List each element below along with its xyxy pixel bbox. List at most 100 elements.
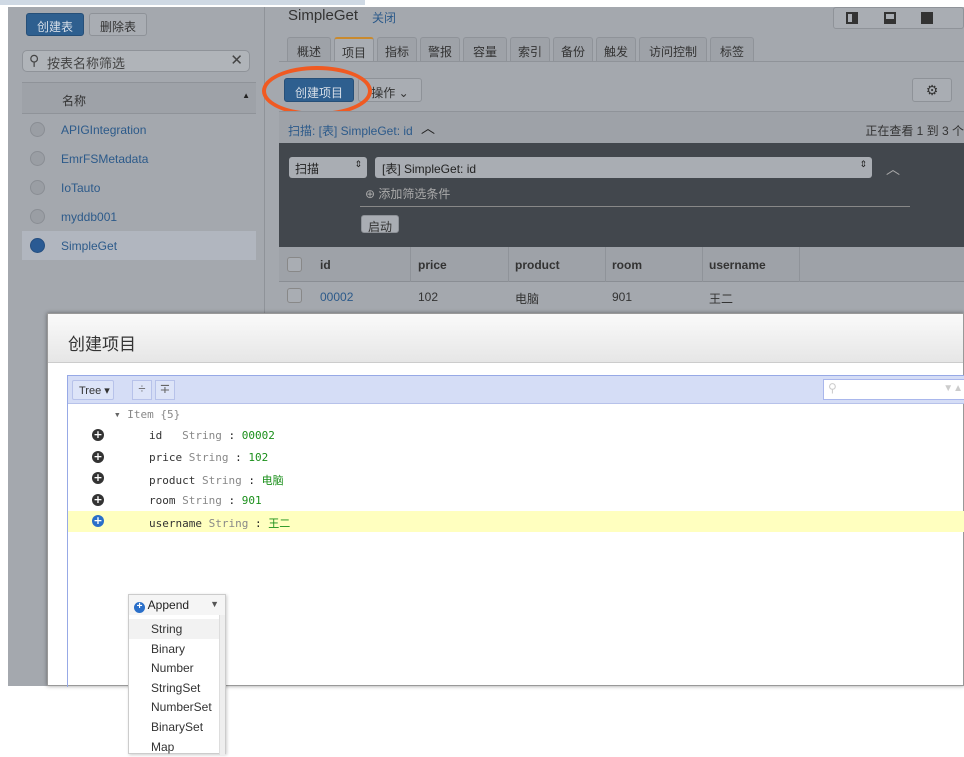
column-header-name[interactable]: 名称 ▲ <box>22 82 256 114</box>
column-header-room[interactable]: room <box>612 258 642 272</box>
field-value[interactable]: 901 <box>242 494 262 507</box>
table-list-item[interactable]: myddb001 <box>22 202 256 231</box>
tab-项目[interactable]: 项目 <box>334 37 374 62</box>
menu-item-map[interactable]: Map <box>129 737 219 757</box>
menu-scrollbar[interactable] <box>219 615 225 755</box>
plus-circle-icon[interactable]: + <box>92 429 104 441</box>
scan-mode-select[interactable]: 扫描 ⇕ <box>289 157 367 178</box>
field-type[interactable]: String <box>189 451 229 464</box>
table-list-item[interactable]: SimpleGet <box>22 231 256 260</box>
column-divider <box>799 247 800 282</box>
radio-button[interactable] <box>30 151 45 166</box>
tree-search-input[interactable]: ⚲ ▼▲ <box>823 379 964 400</box>
menu-item-numberset[interactable]: NumberSet <box>129 697 219 717</box>
append-label: Append <box>147 598 190 612</box>
cell-id[interactable]: 00002 <box>320 290 353 304</box>
tab-触发[interactable]: 触发 <box>596 37 636 61</box>
close-link[interactable]: 关闭 <box>372 9 396 26</box>
mode-dropdown[interactable]: Tree ▾ <box>72 380 114 400</box>
table-list-item[interactable]: EmrFSMetadata <box>22 144 256 173</box>
collapse-icon[interactable]: ︿ <box>886 159 900 179</box>
scan-target-value: [表] SimpleGet: id <box>382 162 477 176</box>
collapse-all-button[interactable]: ∓ <box>155 380 175 400</box>
menu-item-stringset[interactable]: StringSet <box>129 678 219 698</box>
field-type[interactable]: String <box>182 494 222 507</box>
radio-button[interactable] <box>30 122 45 137</box>
field-value[interactable]: 王二 <box>268 517 290 530</box>
field-value[interactable]: 00002 <box>242 429 275 442</box>
menu-item-string[interactable]: String <box>129 619 219 639</box>
radio-button[interactable] <box>30 180 45 195</box>
chevron-up-icon[interactable]: ︿ <box>421 118 435 138</box>
field-type[interactable]: String <box>182 429 222 442</box>
tree-root-row[interactable]: ▾ Item {5} <box>68 404 964 425</box>
field-key[interactable]: id <box>149 429 162 442</box>
append-menu-header[interactable]: + Append ▼ <box>129 595 225 615</box>
search-next-icon[interactable]: ▼▲ <box>943 383 963 394</box>
column-header-username[interactable]: username <box>709 258 766 272</box>
layout-full-icon[interactable] <box>921 12 933 24</box>
tab-访问控制[interactable]: 访问控制 <box>639 37 707 61</box>
start-button[interactable]: 启动 <box>361 215 399 234</box>
filter-placeholder: 按表名称筛选 <box>47 56 126 71</box>
field-type[interactable]: String <box>202 474 242 487</box>
editor-toolbar: Tree ▾ ÷ ∓ ⚲ ▼▲ <box>68 376 964 404</box>
cell-price: 102 <box>418 290 439 304</box>
field-key[interactable]: product <box>149 474 195 487</box>
radio-button[interactable] <box>30 209 45 224</box>
row-checkbox[interactable] <box>287 288 302 303</box>
add-filter-link[interactable]: ⊕ 添加筛选条件 <box>365 185 450 202</box>
menu-item-number[interactable]: Number <box>129 658 219 678</box>
scan-target-select[interactable]: [表] SimpleGet: id ⇕ <box>375 157 872 178</box>
table-title: SimpleGet <box>288 7 359 24</box>
plus-circle-icon[interactable]: + <box>92 515 104 528</box>
expand-triangle-icon[interactable]: ▾ <box>114 408 121 421</box>
layout-split-bottom-icon[interactable] <box>884 12 896 24</box>
tab-指标[interactable]: 指标 <box>377 37 417 61</box>
tree-field-row[interactable]: + price String : 102 <box>68 447 964 468</box>
chevron-down-icon: ⌄ <box>398 86 409 100</box>
tab-警报[interactable]: 警报 <box>420 37 460 61</box>
field-key[interactable]: room <box>149 494 176 507</box>
layout-split-left-icon[interactable] <box>846 12 858 24</box>
divider <box>360 206 910 207</box>
menu-item-binaryset[interactable]: BinarySet <box>129 717 219 737</box>
field-type[interactable]: String <box>209 517 249 530</box>
tab-标签[interactable]: 标签 <box>710 37 754 61</box>
menu-item-binary[interactable]: Binary <box>129 639 219 659</box>
scan-summary-bar[interactable]: 扫描: [表] SimpleGet: id ︿ 正在查看 1 到 3 个 <box>279 111 964 143</box>
field-content: room String : 901 <box>149 493 262 507</box>
tree-field-row[interactable]: + id String : 00002 <box>68 425 964 446</box>
field-key[interactable]: username <box>149 517 202 530</box>
tab-概述[interactable]: 概述 <box>287 37 331 61</box>
viewing-count: 正在查看 1 到 3 个 <box>865 124 964 138</box>
table-list-item[interactable]: APIGIntegration <box>22 115 256 144</box>
field-key[interactable]: price <box>149 451 182 464</box>
plus-circle-icon[interactable]: + <box>92 450 104 463</box>
table-row[interactable]: 00002 102 电脑 901 王二 <box>279 282 964 310</box>
clear-icon[interactable]: ✕ <box>230 51 243 69</box>
tree-field-row[interactable]: + room String : 901 <box>68 490 964 511</box>
highlight-annotation-circle <box>262 66 372 116</box>
field-value[interactable]: 电脑 <box>262 474 284 487</box>
column-header-id[interactable]: id <box>320 258 331 272</box>
table-filter-input[interactable]: ⚲ 按表名称筛选 ✕ <box>22 50 250 72</box>
table-name: APIGIntegration <box>61 123 147 137</box>
tab-索引[interactable]: 索引 <box>510 37 550 61</box>
plus-circle-icon[interactable]: + <box>92 472 104 485</box>
radio-button[interactable] <box>30 238 45 253</box>
column-header-price[interactable]: price <box>418 258 447 272</box>
settings-gear-button[interactable]: ⚙ <box>912 78 952 102</box>
expand-all-button[interactable]: ÷ <box>132 380 152 400</box>
tree-field-row[interactable]: + username String : 王二 <box>68 511 964 533</box>
plus-circle-icon[interactable]: + <box>92 493 104 506</box>
select-all-checkbox[interactable] <box>287 257 302 272</box>
tree-field-row[interactable]: + product String : 电脑 <box>68 468 964 489</box>
delete-table-button[interactable]: 删除表 <box>89 13 147 36</box>
tab-备份[interactable]: 备份 <box>553 37 593 61</box>
create-table-button[interactable]: 创建表 <box>26 13 84 36</box>
tab-容量[interactable]: 容量 <box>463 37 507 61</box>
table-list-item[interactable]: IoTauto <box>22 173 256 202</box>
field-value[interactable]: 102 <box>248 451 268 464</box>
column-header-product[interactable]: product <box>515 258 560 272</box>
